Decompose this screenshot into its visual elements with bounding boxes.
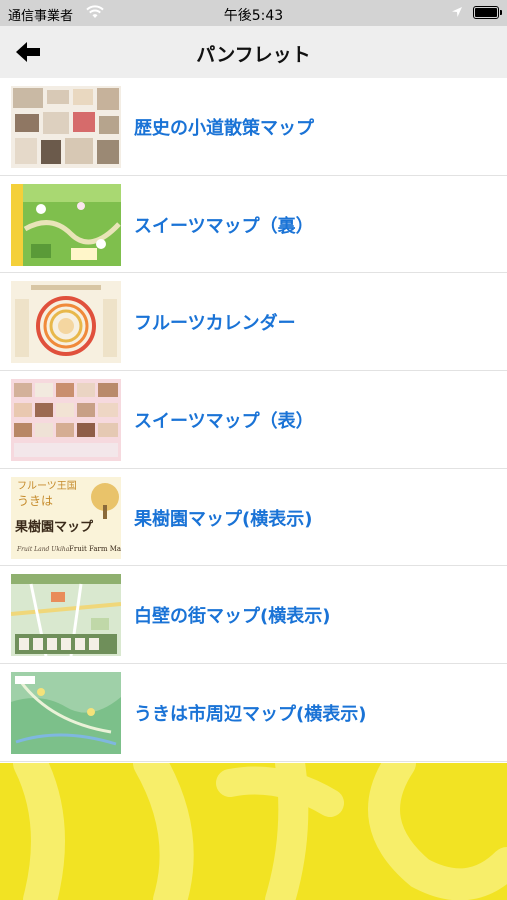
list-item[interactable]: フルーツ王国 うきは 果樹園マップ Fruit Land Ukiha Fruit… (0, 468, 507, 567)
thumb-caption-text: Fruit Land Ukiha (16, 546, 70, 553)
decorative-brush-lettering (13, 763, 507, 900)
pamphlet-link[interactable]: 果樹園マップ(横表示) (134, 505, 312, 531)
pamphlet-thumbnail (11, 574, 121, 657)
pamphlet-thumbnail (11, 86, 121, 168)
clock: 午後5:43 (223, 8, 284, 24)
list-item[interactable]: 歴史の小道散策マップ (0, 78, 507, 176)
battery-icon (473, 6, 502, 19)
status-bar: 通信事業者 午後5:43 (0, 0, 507, 26)
location-arrow-icon (452, 7, 462, 17)
pamphlet-thumbnail (11, 379, 121, 462)
navigation-bar: パンフレット (0, 26, 507, 78)
thumb-title-text: フルーツ王国 (17, 480, 77, 492)
pamphlet-link[interactable]: うきは市周辺マップ(横表示) (134, 700, 366, 726)
list-item[interactable]: フルーツカレンダー (0, 273, 507, 372)
pamphlet-link[interactable]: フルーツカレンダー (134, 309, 296, 335)
page-title: パンフレット (196, 44, 311, 66)
pamphlet-thumbnail (11, 281, 121, 364)
list-item[interactable]: うきは市周辺マップ(横表示) (0, 664, 507, 762)
thumb-english-text: Fruit Farm Map (69, 545, 121, 553)
list-item[interactable]: 白壁の街マップ(横表示) (0, 566, 507, 665)
pamphlet-link[interactable]: スイーツマップ（表） (134, 407, 314, 433)
pamphlet-link[interactable]: 歴史の小道散策マップ (134, 114, 314, 140)
thumb-heading-text: 果樹園マップ (14, 519, 94, 535)
list-item[interactable]: スイーツマップ（裏） (0, 175, 507, 274)
pamphlet-link[interactable]: スイーツマップ（裏） (134, 212, 314, 238)
footer-banner (0, 763, 507, 900)
pamphlet-link[interactable]: 白壁の街マップ(横表示) (134, 602, 330, 628)
list-item[interactable]: スイーツマップ（表） (0, 371, 507, 469)
pamphlet-thumbnail (11, 183, 121, 266)
thumb-subtitle-text: うきは (17, 494, 53, 508)
pamphlet-thumbnail (11, 672, 121, 755)
pamphlet-thumbnail: フルーツ王国 うきは 果樹園マップ Fruit Land Ukiha Fruit… (11, 476, 121, 559)
pamphlet-list: 歴史の小道散策マップ スイーツマップ（裏） フルーツカレンダー スイーツマップ（… (0, 78, 507, 762)
